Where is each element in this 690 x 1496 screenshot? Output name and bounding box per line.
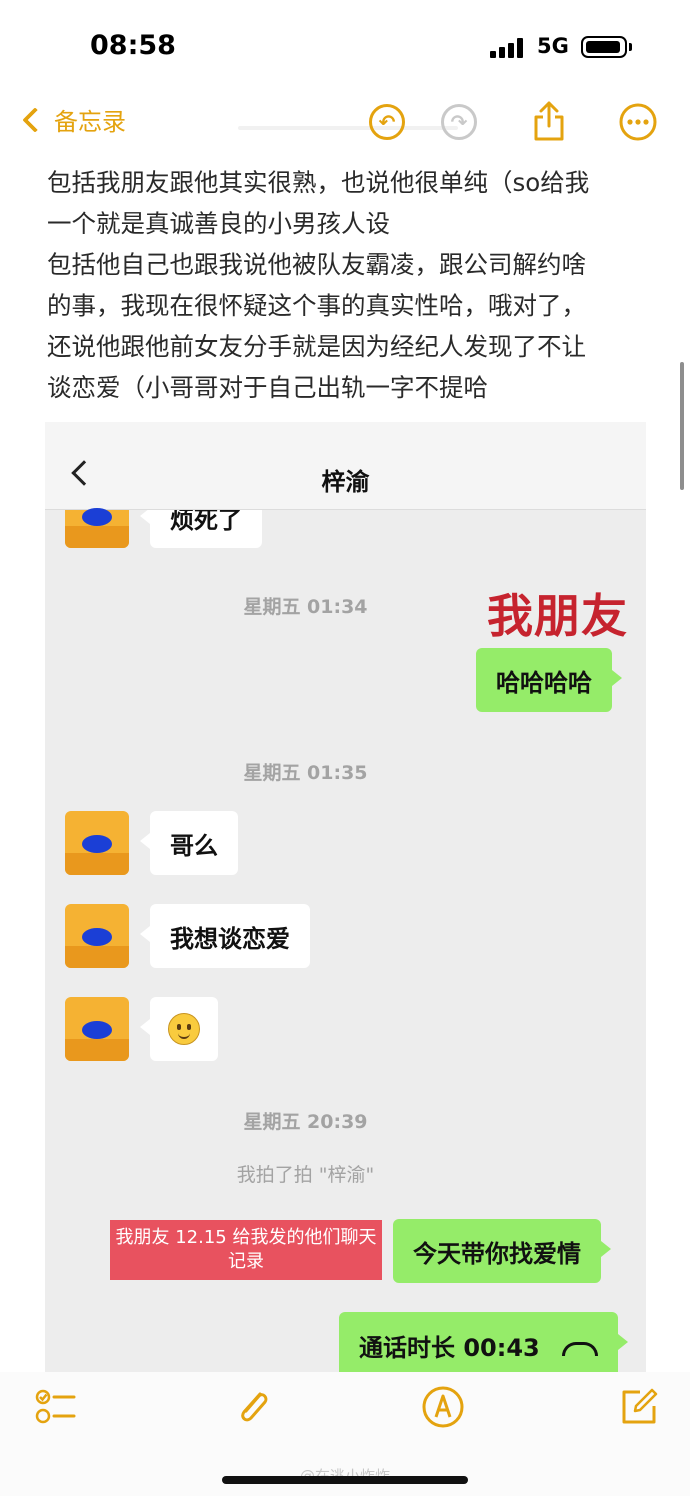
- friend-overlay-label: 我朋友: [487, 589, 628, 643]
- message-text: 哈哈哈哈: [496, 668, 592, 697]
- home-indicator[interactable]: [222, 1476, 468, 1484]
- red-annotation: 我朋友 12.15 给我发的他们聊天记录: [110, 1220, 382, 1280]
- redo-button[interactable]: ↷: [441, 104, 477, 140]
- avatar: [65, 997, 129, 1061]
- undo-icon: ↶: [378, 110, 396, 134]
- back-button[interactable]: 备忘录: [18, 102, 126, 137]
- compose-icon[interactable]: [616, 1384, 662, 1430]
- more-icon[interactable]: [619, 103, 657, 141]
- note-line: 的事，我现在很怀疑这个事的真实性哈，哦对了，: [47, 291, 586, 320]
- scroll-indicator[interactable]: [680, 362, 684, 490]
- battery-cap: [629, 43, 632, 51]
- hangup-icon: [561, 1342, 598, 1356]
- share-icon[interactable]: [532, 100, 566, 142]
- smiley-emoji-icon: [168, 1013, 200, 1045]
- message-bubble-outgoing: 哈哈哈哈: [476, 648, 622, 712]
- note-line: 包括我朋友跟他其实很熟，也说他很单纯（so给我: [47, 168, 590, 197]
- chevron-left-icon: [22, 106, 48, 133]
- undo-button[interactable]: ↶: [369, 104, 405, 140]
- message-text: 我想谈恋爱: [170, 924, 290, 953]
- back-label: 备忘录: [54, 108, 126, 136]
- message-bubble-outgoing: 今天带你找爱情: [393, 1219, 611, 1283]
- message-text: 通话时长 00:43: [359, 1333, 540, 1362]
- message-text: 今天带你找爱情: [413, 1239, 581, 1268]
- timestamp: 星期五 20:39: [243, 1111, 368, 1133]
- battery-icon: [581, 36, 627, 58]
- note-line: 谈恋爱（小哥哥对于自己出轨一字不提哈: [47, 373, 488, 402]
- network-label: 5G: [537, 34, 569, 58]
- chat-title: 梓渝: [321, 468, 370, 496]
- chat-header-cover: 梓渝: [45, 422, 646, 510]
- message-text: 哥么: [170, 831, 218, 860]
- timestamp: 星期五 01:35: [243, 762, 368, 784]
- message-bubble: 我想谈恋爱: [140, 904, 310, 968]
- attachment-icon[interactable]: [230, 1384, 276, 1430]
- bottom-toolbar: @在逃小炸炸: [0, 1372, 690, 1496]
- markup-icon[interactable]: [420, 1384, 466, 1430]
- signal-icon: [490, 38, 526, 58]
- note-line: 一个就是真诚善良的小男孩人设: [47, 209, 390, 238]
- status-bar: 08:58 5G: [0, 0, 690, 92]
- avatar: [65, 811, 129, 875]
- note-line: 还说他跟他前女友分手就是因为经纪人发现了不让: [47, 332, 586, 361]
- call-bubble-outgoing: 通话时长 00:43: [339, 1312, 628, 1372]
- note-line: 包括他自己也跟我说他被队友霸凌，跟公司解约啥: [47, 250, 586, 279]
- status-time: 08:58: [90, 30, 176, 61]
- checklist-icon[interactable]: [34, 1384, 80, 1430]
- system-message: 我拍了拍 "梓渝": [236, 1164, 375, 1186]
- message-bubble: 哥么: [140, 811, 238, 875]
- toolbar-scroll-track: [238, 126, 458, 130]
- message-bubble: [140, 997, 218, 1061]
- chat-screenshot: 梓渝 烦死了 梓渝 星期五 01:34 我朋友 哈哈哈哈 星期五 01:35 哥…: [45, 422, 646, 1372]
- note-body[interactable]: 包括我朋友跟他其实很熟，也说他很单纯（so给我 一个就是真诚善良的小男孩人设 包…: [47, 162, 657, 408]
- redo-icon: ↷: [450, 110, 468, 134]
- avatar: [65, 904, 129, 968]
